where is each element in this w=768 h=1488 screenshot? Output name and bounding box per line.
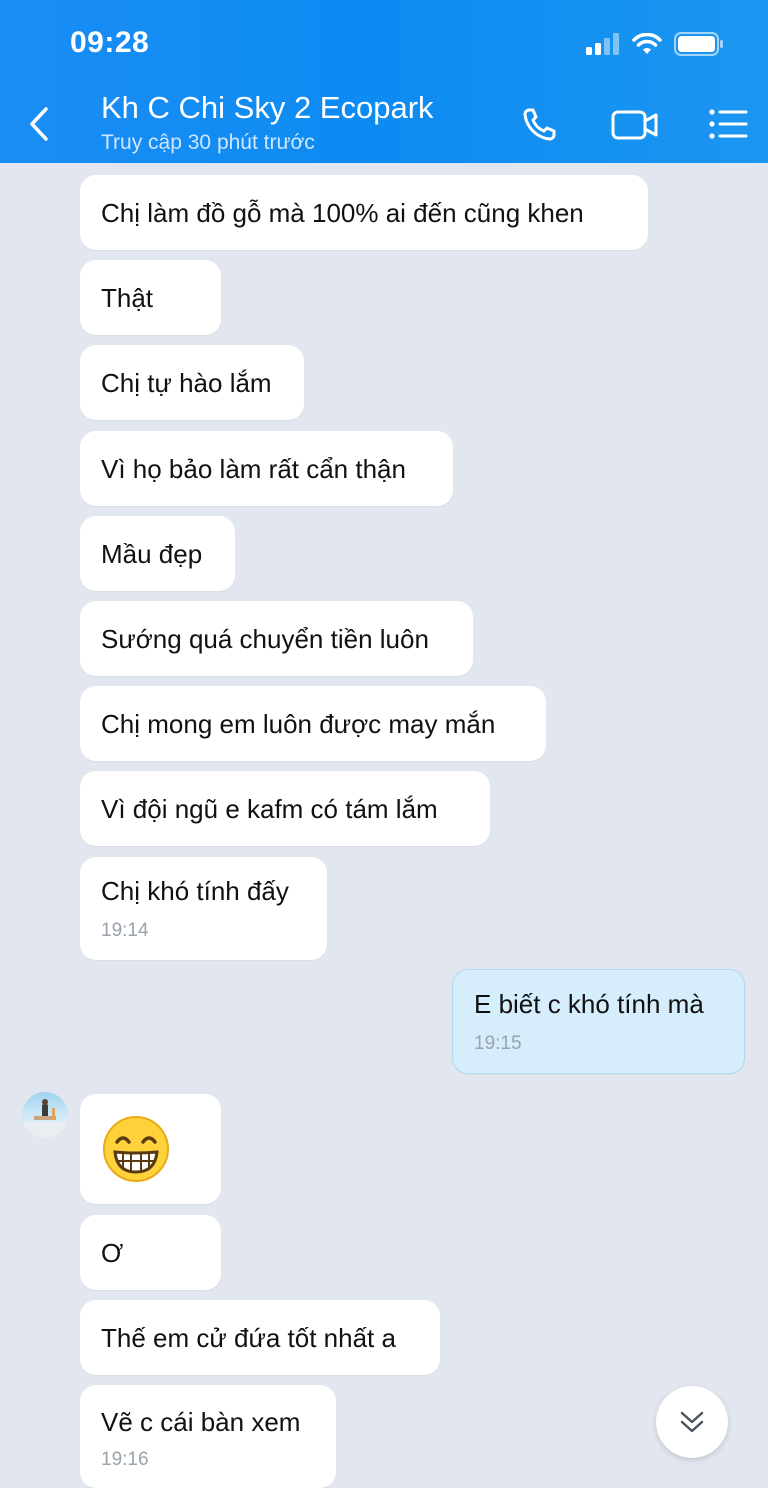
contact-avatar[interactable] xyxy=(22,1092,68,1138)
message-bubble[interactable]: Sướng quá chuyển tiền luôn xyxy=(80,601,473,676)
message-bubble[interactable]: Chị mong em luôn được may mắn xyxy=(80,686,546,761)
sticker-bubble[interactable]: 😁 xyxy=(80,1094,221,1204)
last-seen-status: Truy cập 30 phút trước xyxy=(101,131,315,154)
message-text: E biết c khó tính mà xyxy=(474,988,704,1019)
signal-icon xyxy=(586,33,619,55)
grinning-emoji-icon xyxy=(103,1116,169,1182)
message-bubble[interactable]: Vẽ c cái bàn xem 19:16 xyxy=(80,1385,336,1488)
video-call-icon[interactable] xyxy=(610,104,660,144)
message-text: Ơ xyxy=(101,1237,124,1268)
message-text: Thật xyxy=(101,282,154,313)
message-bubble[interactable]: Thế em cử đứa tốt nhất a xyxy=(80,1300,440,1375)
message-bubble[interactable]: Vì đội ngũ e kafm có tám lắm xyxy=(80,771,490,846)
message-time: 19:14 xyxy=(101,919,149,941)
message-time: 19:16 xyxy=(101,1449,149,1470)
message-bubble[interactable]: Ơ xyxy=(80,1215,221,1290)
message-time: 19:15 xyxy=(474,1032,522,1054)
message-text: Vẽ c cái bàn xem xyxy=(101,1407,301,1437)
message-bubble[interactable]: Mầu đẹp xyxy=(80,516,235,591)
message-text: Sướng quá chuyển tiền luôn xyxy=(101,623,429,654)
status-icons xyxy=(586,30,724,58)
message-text: Chị tự hào lắm xyxy=(101,367,272,398)
message-text: Chị khó tính đấy xyxy=(101,875,289,906)
message-bubble[interactable]: Chị làm đồ gỗ mà 100% ai đến cũng khen xyxy=(80,175,648,250)
message-text: Chị làm đồ gỗ mà 100% ai đến cũng khen xyxy=(101,197,584,228)
wifi-icon xyxy=(632,33,662,54)
chat-header: 09:28 Kh C Chi Sky 2 Ecopark Truy cập 30… xyxy=(0,0,768,163)
outgoing-message-bubble[interactable]: E biết c khó tính mà 19:15 xyxy=(452,969,745,1074)
message-text: Vì đội ngũ e kafm có tám lắm xyxy=(101,793,438,824)
battery-icon xyxy=(674,32,723,56)
message-text: Vì họ bảo làm rất cẩn thận xyxy=(101,453,406,484)
chat-title[interactable]: Kh C Chi Sky 2 Ecopark xyxy=(101,90,434,126)
phone-icon[interactable] xyxy=(520,104,564,144)
message-bubble[interactable]: Vì họ bảo làm rất cẩn thận xyxy=(80,431,453,506)
scroll-to-bottom-button[interactable] xyxy=(656,1386,728,1458)
message-text: Mầu đẹp xyxy=(101,538,203,569)
message-text: Thế em cử đứa tốt nhất a xyxy=(101,1322,396,1353)
back-arrow-icon[interactable] xyxy=(24,104,58,144)
message-bubble[interactable]: Chị tự hào lắm xyxy=(80,345,304,420)
double-chevron-down-icon xyxy=(680,1411,704,1433)
avatar-photo xyxy=(22,1099,68,1138)
list-menu-icon[interactable] xyxy=(706,104,750,144)
message-bubble[interactable]: Chị khó tính đấy 19:14 xyxy=(80,857,327,960)
message-bubble[interactable]: Thật xyxy=(80,260,221,335)
status-time: 09:28 xyxy=(70,26,150,59)
message-text: Chị mong em luôn được may mắn xyxy=(101,708,496,739)
